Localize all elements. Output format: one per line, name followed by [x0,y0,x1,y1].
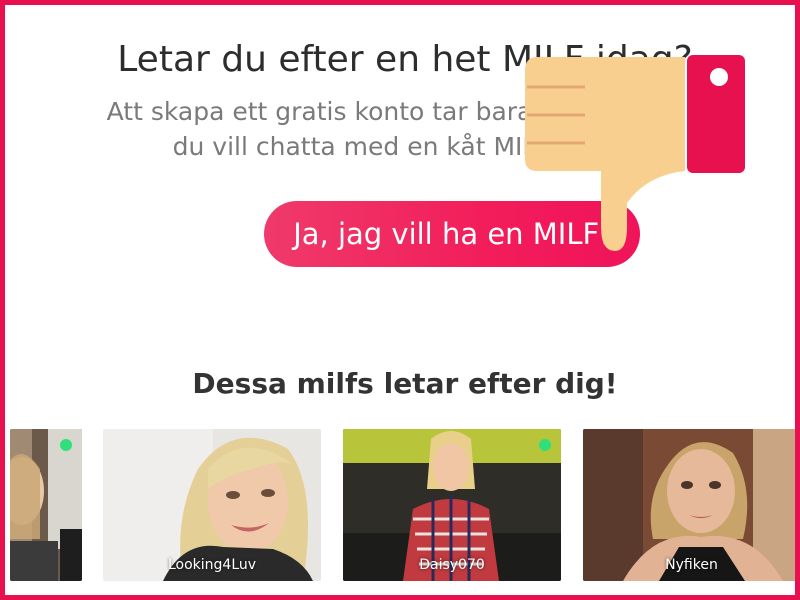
profile-card[interactable]: Nyfiken [583,429,795,581]
page-frame: Letar du efter en het MILF idag? Att ska… [0,0,800,600]
thumbs-down-icon [525,55,745,251]
profiles-section-title: Dessa milfs letar efter dig! [192,367,618,400]
profile-username: Looking4Luv [167,557,257,573]
online-status-dot [539,439,551,451]
profile-username: Daisy070 [419,557,485,573]
profile-card[interactable]: Looking4Luv [103,429,321,581]
profile-card[interactable] [10,429,82,581]
profile-username: Nyfiken [665,557,718,573]
online-status-dot [60,439,72,451]
profile-photo [10,429,82,581]
profile-card[interactable]: Daisy070 [343,429,561,581]
